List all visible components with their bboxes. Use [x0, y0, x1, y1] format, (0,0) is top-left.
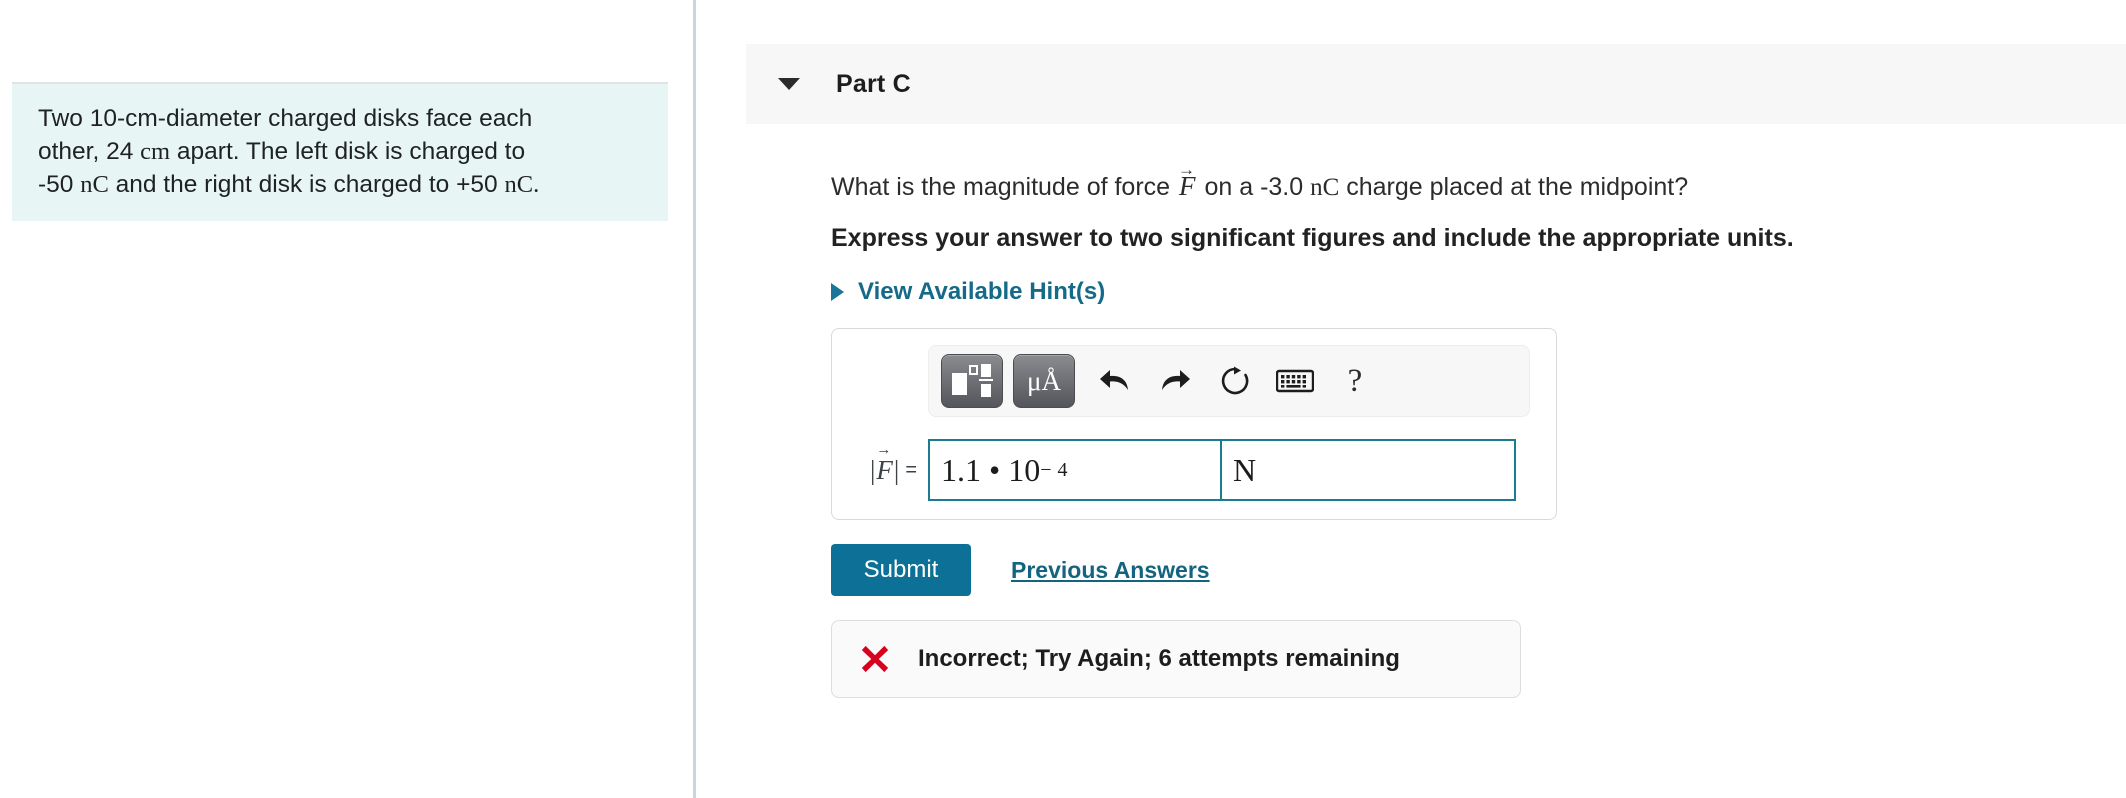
question-text-middle: on a -3.0	[1197, 173, 1311, 201]
answer-unit-input[interactable]: N	[1222, 439, 1516, 501]
force-vector-symbol: → F	[1177, 161, 1198, 201]
answer-value-input[interactable]: 1.1 • 10− 4	[928, 439, 1222, 501]
feedback-message: Incorrect; Try Again; 6 attempts remaini…	[918, 645, 1400, 672]
abs-bar-right: |	[893, 454, 900, 485]
part-header[interactable]: Part C	[746, 44, 2126, 124]
question-text: What is the magnitude of force → F on a -…	[831, 161, 2126, 203]
vector-arrow-icon: →	[1178, 160, 1195, 179]
answer-unit-value: N	[1233, 451, 1257, 488]
question-text-before: What is the magnitude of force	[831, 173, 1178, 201]
problem-unit-cm: cm	[140, 138, 171, 165]
problem-line-2-b: apart. The left disk is charged to	[170, 138, 526, 165]
template-button[interactable]	[941, 354, 1003, 408]
redo-button[interactable]	[1145, 354, 1205, 408]
redo-icon	[1162, 370, 1190, 390]
answer-symbol-letter: F	[876, 454, 893, 485]
answer-input-row: | → F | = 1.1 • 10− 4 N	[850, 439, 1538, 501]
units-button[interactable]: μÅ	[1013, 354, 1075, 408]
undo-button[interactable]	[1085, 354, 1145, 408]
question-mark-icon: ?	[1347, 362, 1363, 399]
problem-line-2-a: other, 24	[38, 138, 141, 165]
problem-panel: Two 10-cm-diameter charged disks face ea…	[0, 0, 694, 798]
math-toolbar: μÅ ?	[928, 345, 1530, 417]
problem-statement-box: Two 10-cm-diameter charged disks face ea…	[12, 82, 668, 221]
answer-value-mantissa: 1.1 • 10	[941, 451, 1041, 488]
equals-sign: =	[905, 458, 917, 481]
question-panel: Part C What is the magnitude of force → F…	[696, 0, 2126, 798]
answer-instruction: Express your answer to two significant f…	[831, 224, 1794, 252]
x-mark-icon	[861, 645, 889, 673]
problem-line-1: Two 10-cm-diameter charged disks face ea…	[38, 105, 533, 132]
problem-unit-nc-2: nC	[504, 171, 534, 198]
keyboard-button[interactable]	[1265, 354, 1325, 408]
reset-button[interactable]	[1205, 354, 1265, 408]
vector-arrow-icon: →	[876, 441, 892, 458]
previous-answers-link[interactable]: Previous Answers	[1011, 557, 1210, 584]
answer-label: | → F | =	[850, 442, 928, 486]
caret-down-icon[interactable]	[778, 78, 800, 90]
view-hints-link[interactable]: View Available Hint(s)	[831, 278, 1105, 306]
problem-line-3-c: .	[533, 171, 540, 198]
feedback-banner: Incorrect; Try Again; 6 attempts remaini…	[831, 620, 1521, 698]
help-button[interactable]: ?	[1325, 354, 1385, 408]
submit-button[interactable]: Submit	[831, 544, 971, 596]
question-text-after: charge placed at the midpoint?	[1339, 173, 1689, 201]
problem-line-3-a: -50	[38, 171, 81, 198]
answer-value-exponent: − 4	[1040, 458, 1068, 481]
answer-card: μÅ ? | → F | = 1.1 • 10 − 4 N	[831, 328, 1557, 520]
page-root: Two 10-cm-diameter charged disks face ea…	[0, 0, 2126, 798]
micro-angstrom-icon: μÅ	[1027, 365, 1061, 396]
problem-statement-text: Two 10-cm-diameter charged disks face ea…	[38, 102, 642, 201]
problem-line-3-b: and the right disk is charged to +50	[108, 171, 505, 198]
template-icon	[952, 364, 993, 398]
answer-force-symbol: → F	[875, 442, 894, 486]
page-title: Part C	[836, 69, 911, 98]
view-hints-label: View Available Hint(s)	[858, 278, 1106, 305]
keyboard-icon	[1276, 369, 1314, 393]
caret-right-icon[interactable]	[831, 283, 844, 301]
submit-row: Submit Previous Answers	[831, 544, 2126, 596]
question-body: What is the magnitude of force → F on a -…	[696, 124, 2126, 698]
question-unit-nc: nC	[1310, 174, 1340, 201]
problem-unit-nc-1: nC	[80, 171, 109, 198]
undo-icon	[1100, 370, 1128, 390]
reset-icon	[1221, 366, 1249, 395]
